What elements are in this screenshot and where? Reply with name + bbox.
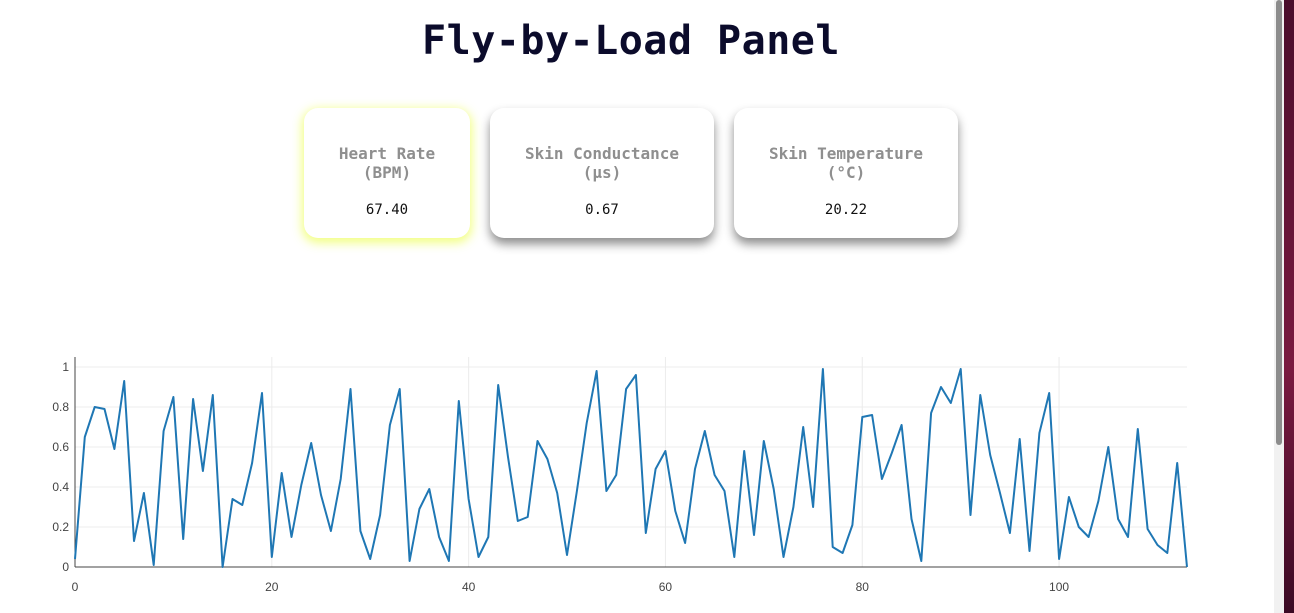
- skin-conductance-value: 0.67: [585, 202, 619, 218]
- skin-conductance-label: Skin Conductance (μs): [524, 144, 680, 182]
- heart-rate-label: Heart Rate (BPM): [338, 144, 436, 182]
- skin-temperature-card[interactable]: Skin Temperature (°C) 20.22: [734, 108, 958, 238]
- x-tick-label: 60: [659, 580, 673, 594]
- x-tick-label: 80: [856, 580, 870, 594]
- signal-line-chart: 0 0.2 0.4 0.6 0.8 1 0 20 40 60 80 100: [52, 357, 1188, 594]
- x-tick-label: 0: [72, 580, 79, 594]
- y-tick-label: 1: [62, 360, 69, 374]
- page-title: Fly-by-Load Panel: [422, 18, 840, 64]
- x-tick-label: 100: [1049, 580, 1069, 594]
- y-tick-label: 0.6: [52, 440, 69, 454]
- skin-temperature-value: 20.22: [824, 202, 868, 218]
- y-tick-label: 0: [62, 560, 69, 574]
- x-tick-label: 40: [462, 580, 476, 594]
- heart-rate-value: 67.40: [365, 202, 409, 218]
- series-line: [74, 368, 1188, 568]
- chart-series: [74, 368, 1188, 568]
- skin-conductance-card[interactable]: Skin Conductance (μs) 0.67: [490, 108, 714, 238]
- y-tick-label: 0.8: [52, 400, 69, 414]
- heart-rate-card[interactable]: Heart Rate (BPM) 67.40: [304, 108, 470, 238]
- chart-gridlines: [75, 357, 1187, 567]
- scrollbar-thumb[interactable]: [1276, 0, 1282, 445]
- skin-temperature-label: Skin Temperature (°C): [768, 144, 924, 182]
- y-tick-label: 0.2: [52, 520, 69, 534]
- x-tick-label: 20: [265, 580, 279, 594]
- desktop-background-strip: [1284, 0, 1294, 613]
- y-tick-label: 0.4: [52, 480, 69, 494]
